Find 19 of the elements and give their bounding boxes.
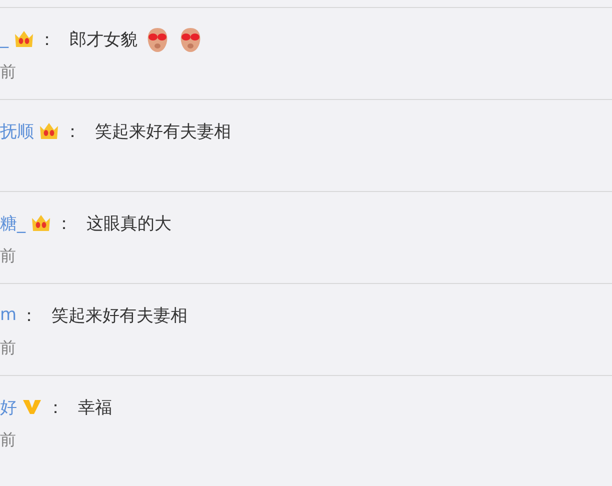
comment-text: 幸福 bbox=[78, 396, 112, 418]
colon: ： bbox=[56, 212, 72, 234]
colon: ： bbox=[64, 120, 81, 142]
comment-text: 这眼真的大 bbox=[86, 212, 172, 234]
comment-text: 郎才女貌 bbox=[70, 28, 138, 50]
user-name[interactable]: 好 bbox=[0, 396, 17, 418]
user-name[interactable]: m bbox=[0, 305, 17, 325]
comment-text: 笑起来好有夫妻相 bbox=[52, 304, 188, 326]
colon: ： bbox=[47, 396, 64, 418]
colon: ： bbox=[38, 28, 56, 50]
comment-time: 前 bbox=[0, 430, 17, 451]
user-name[interactable]: 糖_ bbox=[0, 212, 26, 234]
comment-text: 笑起来好有夫妻相 bbox=[95, 120, 231, 142]
comment-time: 前 bbox=[0, 338, 17, 359]
comment-time: 前 bbox=[0, 62, 17, 83]
colon: ： bbox=[20, 304, 38, 326]
user-name[interactable]: 抚顺 bbox=[0, 120, 34, 142]
comment-time: 前 bbox=[0, 246, 17, 267]
user-name[interactable]: _ bbox=[0, 29, 8, 49]
